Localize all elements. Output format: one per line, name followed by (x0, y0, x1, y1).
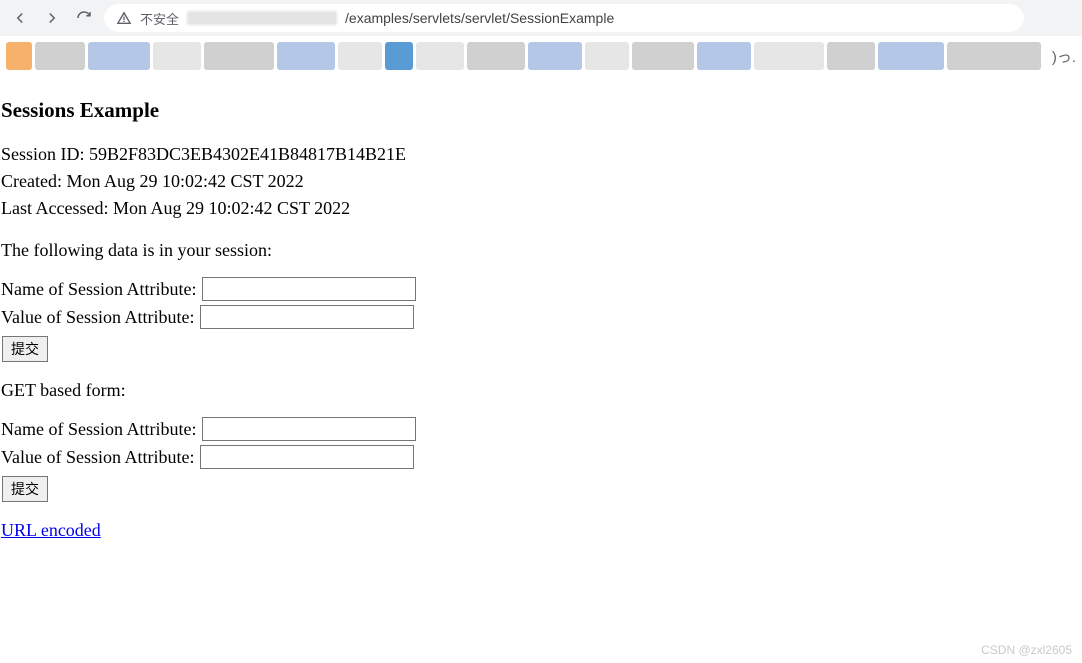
url-encoded-link[interactable]: URL encoded (1, 520, 101, 540)
forward-button[interactable] (40, 6, 64, 30)
last-accessed-value: Mon Aug 29 10:02:42 CST 2022 (113, 198, 350, 218)
bookmark-item[interactable] (754, 42, 824, 70)
bookmark-item[interactable] (6, 42, 32, 70)
bookmarks-bar: )っ. (0, 36, 1082, 76)
bookmark-item[interactable] (697, 42, 751, 70)
attr-value-input[interactable] (200, 445, 414, 469)
security-label: 不安全 (140, 9, 179, 28)
watermark: CSDN @zxl2605 (981, 643, 1072, 657)
extensions-icon[interactable]: )っ. (1052, 46, 1076, 67)
last-accessed-label: Last Accessed: (1, 198, 113, 218)
submit-button[interactable]: 提交 (2, 336, 48, 362)
bookmark-item[interactable] (277, 42, 335, 70)
bookmark-item[interactable] (416, 42, 464, 70)
bookmark-item[interactable] (35, 42, 85, 70)
url-host-redacted (187, 11, 337, 25)
attr-name-label: Name of Session Attribute: (1, 279, 196, 300)
back-button[interactable] (8, 6, 32, 30)
created-value: Mon Aug 29 10:02:42 CST 2022 (66, 171, 303, 191)
page-heading: Sessions Example (1, 98, 1082, 123)
get-form: Name of Session Attribute: Value of Sess… (0, 417, 1082, 520)
session-data-heading: The following data is in your session: (1, 240, 1082, 261)
bookmark-item[interactable] (827, 42, 875, 70)
session-id-label: Session ID: (1, 144, 89, 164)
bookmark-item[interactable] (204, 42, 274, 70)
attr-name-label: Name of Session Attribute: (1, 419, 196, 440)
bookmark-item[interactable] (467, 42, 525, 70)
created-label: Created: (1, 171, 66, 191)
bookmark-item[interactable] (585, 42, 629, 70)
not-secure-icon (116, 10, 132, 26)
url-path: /examples/servlets/servlet/SessionExampl… (345, 10, 614, 26)
bookmark-item[interactable] (385, 42, 413, 70)
get-form-heading: GET based form: (1, 380, 1082, 401)
attr-name-input[interactable] (202, 277, 416, 301)
bookmark-item[interactable] (88, 42, 150, 70)
post-form: Name of Session Attribute: Value of Sess… (0, 277, 1082, 380)
submit-button[interactable]: 提交 (2, 476, 48, 502)
attr-value-label: Value of Session Attribute: (1, 307, 194, 328)
address-bar[interactable]: 不安全 /examples/servlets/servlet/SessionEx… (104, 4, 1024, 32)
attr-value-label: Value of Session Attribute: (1, 447, 194, 468)
bookmark-item[interactable] (338, 42, 382, 70)
session-id-value: 59B2F83DC3EB4302E41B84817B14B21E (89, 144, 406, 164)
browser-toolbar: 不安全 /examples/servlets/servlet/SessionEx… (0, 0, 1082, 36)
page-content: Sessions Example Session ID: 59B2F83DC3E… (0, 76, 1082, 541)
bookmark-item[interactable] (528, 42, 582, 70)
reload-button[interactable] (72, 6, 96, 30)
session-id-row: Session ID: 59B2F83DC3EB4302E41B84817B14… (1, 141, 1082, 168)
bookmark-item[interactable] (153, 42, 201, 70)
attr-name-input[interactable] (202, 417, 416, 441)
attr-value-input[interactable] (200, 305, 414, 329)
last-accessed-row: Last Accessed: Mon Aug 29 10:02:42 CST 2… (1, 195, 1082, 222)
session-info: Session ID: 59B2F83DC3EB4302E41B84817B14… (1, 141, 1082, 222)
bookmark-item[interactable] (947, 42, 1041, 70)
created-row: Created: Mon Aug 29 10:02:42 CST 2022 (1, 168, 1082, 195)
bookmark-item[interactable] (632, 42, 694, 70)
bookmark-item[interactable] (878, 42, 944, 70)
